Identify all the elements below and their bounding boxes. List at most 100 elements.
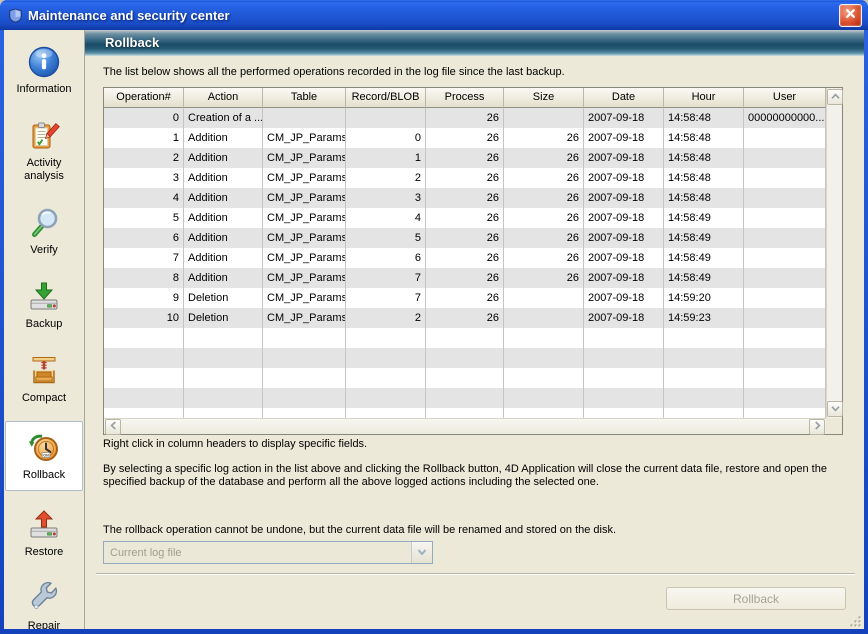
table-cell: 0 [104,108,184,128]
table-row[interactable]: 2AdditionCM_JP_Params126262007-09-1814:5… [104,148,826,168]
column-header-process[interactable]: Process [426,88,504,108]
table-row-empty[interactable] [104,348,826,368]
table-cell: 26 [504,208,584,228]
sidebar-item-verify[interactable]: Verify [5,199,83,263]
scroll-right-button[interactable] [809,419,825,435]
table-cell [504,328,584,348]
table-cell: 26 [426,148,504,168]
table-row[interactable]: 7AdditionCM_JP_Params626262007-09-1814:5… [104,248,826,268]
table-row-empty[interactable] [104,328,826,348]
table-cell: 2 [346,308,426,328]
table-cell: 26 [426,308,504,328]
table-cell: 9 [104,288,184,308]
log-file-select[interactable]: Current log file [103,541,433,564]
table-row[interactable]: 4AdditionCM_JP_Params326262007-09-1814:5… [104,188,826,208]
sidebar-item-label: Information [16,83,71,96]
table-row-empty[interactable] [104,408,826,418]
table-row[interactable]: 1AdditionCM_JP_Params026262007-09-1814:5… [104,128,826,148]
table-row[interactable]: 10DeletionCM_JP_Params2262007-09-1814:59… [104,308,826,328]
table-cell [744,248,826,268]
table-cell [584,368,664,388]
scrollbar-corner [826,418,842,434]
table-cell: Addition [184,268,263,288]
close-button[interactable] [839,4,862,27]
table-cell: CM_JP_Params [263,128,346,148]
table-cell: Addition [184,148,263,168]
sidebar-item-information[interactable]: Information [5,38,83,102]
table-cell [504,388,584,408]
column-header-action[interactable]: Action [184,88,263,108]
sidebar-item-rollback[interactable]: ONRollback [5,421,83,491]
column-header-operation-[interactable]: Operation# [104,88,184,108]
table-cell: CM_JP_Params [263,188,346,208]
table-row[interactable]: 3AdditionCM_JP_Params226262007-09-1814:5… [104,168,826,188]
table-cell: 7 [104,248,184,268]
table-cell: 26 [504,148,584,168]
table-cell: 2007-09-18 [584,308,664,328]
table-cell [504,108,584,128]
sidebar-item-activity-analysis[interactable]: Activity analysis [5,112,83,189]
chevron-down-icon [831,403,840,415]
table-cell [104,348,184,368]
operations-table: Operation#ActionTableRecord/BLOBProcessS… [103,87,843,435]
table-row[interactable]: 0Creation of a ...262007-09-1814:58:4800… [104,108,826,128]
titlebar[interactable]: Maintenance and security center [0,0,868,30]
chevron-down-icon [417,547,427,559]
table-cell: 26 [504,168,584,188]
table-row[interactable]: 6AdditionCM_JP_Params526262007-09-1814:5… [104,228,826,248]
window-title: Maintenance and security center [28,8,839,23]
table-cell [504,308,584,328]
sidebar-item-restore[interactable]: Restore [5,501,83,565]
magnifier-icon [26,205,62,241]
rollback-button[interactable]: Rollback [666,587,846,610]
table-cell: 26 [426,268,504,288]
horizontal-scrollbar[interactable] [104,418,826,434]
table-cell [426,328,504,348]
close-icon [845,8,856,22]
scroll-down-button[interactable] [827,401,843,417]
column-header-record-blob[interactable]: Record/BLOB [346,88,426,108]
sidebar-item-label: Backup [26,318,63,331]
scroll-up-button[interactable] [827,89,843,105]
table-cell [104,388,184,408]
maintenance-security-window: Maintenance and security center Informat… [0,0,868,634]
table-cell: 6 [104,228,184,248]
table-cell [104,328,184,348]
log-file-select-value: Current log file [104,547,411,559]
table-cell [744,168,826,188]
drive-upload-icon [26,507,62,543]
sidebar-item-backup[interactable]: Backup [5,273,83,337]
table-cell [584,328,664,348]
main-panel: Rollback The list below shows all the pe… [85,30,864,629]
table-cell: CM_JP_Params [263,288,346,308]
column-header-hour[interactable]: Hour [664,88,744,108]
table-cell: 10 [104,308,184,328]
table-cell: 5 [346,228,426,248]
combo-arrow-button[interactable] [411,542,432,563]
column-header-user[interactable]: User [744,88,826,108]
column-header-size[interactable]: Size [504,88,584,108]
divider-line [96,573,855,575]
column-header-table[interactable]: Table [263,88,346,108]
scroll-left-button[interactable] [105,419,121,435]
table-cell: 2007-09-18 [584,248,664,268]
resize-grip[interactable] [848,614,862,628]
table-row[interactable]: 5AdditionCM_JP_Params426262007-09-1814:5… [104,208,826,228]
table-cell [504,408,584,418]
sidebar-item-compact[interactable]: Compact [5,347,83,411]
sidebar-item-label: Compact [22,392,66,405]
sidebar-item-repair[interactable]: Repair [5,575,83,629]
table-row-empty[interactable] [104,388,826,408]
clipboard-pencil-icon [26,118,62,154]
table-cell [184,408,263,418]
column-header-date[interactable]: Date [584,88,664,108]
panel-content: The list below shows all the performed o… [85,56,864,629]
table-row[interactable]: 8AdditionCM_JP_Params726262007-09-1814:5… [104,268,826,288]
sidebar-item-label: Restore [25,546,64,559]
wrench-icon [26,581,62,617]
table-cell: 2007-09-18 [584,188,664,208]
vertical-scrollbar[interactable] [826,88,842,418]
table-row[interactable]: 9DeletionCM_JP_Params7262007-09-1814:59:… [104,288,826,308]
table-row-empty[interactable] [104,368,826,388]
table-cell [184,368,263,388]
